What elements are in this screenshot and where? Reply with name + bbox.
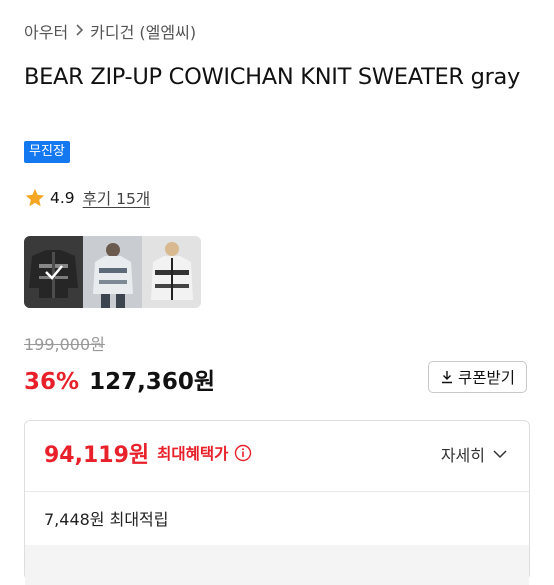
detail-label: 자세히 [440, 446, 485, 465]
thumbnail-model-front[interactable] [83, 236, 142, 308]
sale-price: 127,360원 [89, 369, 215, 395]
original-price: 199,000원 [24, 335, 105, 354]
chevron-down-icon [493, 449, 507, 458]
star-icon [25, 188, 45, 207]
best-price-value: 94,119원 [44, 443, 150, 468]
selected-check-icon [24, 236, 83, 308]
breadcrumb-category[interactable]: 아우터 [24, 19, 68, 43]
breadcrumb-subcategory[interactable]: 카디건 (엘엠씨) [90, 19, 196, 43]
thumbnail-knit-flat[interactable] [24, 236, 83, 308]
store-badge[interactable]: 무진장 [24, 141, 70, 163]
best-price-card: 94,119원 최대혜택가 자세히 7,448원 최대적립 [24, 420, 530, 585]
best-price-row: 94,119원 최대혜택가 [44, 437, 252, 469]
thumbnail-strip [24, 236, 201, 308]
review-count-link[interactable]: 후기 15개 [83, 187, 150, 209]
coupon-download-button[interactable]: 쿠폰받기 [428, 361, 527, 393]
price-row: 36% 127,360원 [24, 362, 215, 396]
divider [25, 491, 529, 492]
chevron-right-icon [74, 22, 84, 40]
rating-score: 4.9 [50, 189, 75, 207]
product-title: BEAR ZIP-UP COWICHAN KNIT SWEATER gray [24, 64, 521, 90]
thumbnail-model-detail[interactable] [142, 236, 201, 308]
rating-row: 4.9 후기 15개 [24, 187, 150, 209]
coupon-label: 쿠폰받기 [457, 369, 516, 387]
detail-toggle[interactable]: 자세히 [441, 442, 507, 466]
info-icon[interactable] [234, 444, 252, 462]
max-points: 7,448원 최대적립 [44, 510, 169, 529]
card-bottom-section [25, 545, 529, 585]
breadcrumb: 아우터 카디건 (엘엠씨) [24, 19, 196, 43]
best-price-label: 최대혜택가 [157, 445, 229, 463]
discount-rate: 36% [24, 369, 80, 395]
download-icon [441, 371, 452, 384]
